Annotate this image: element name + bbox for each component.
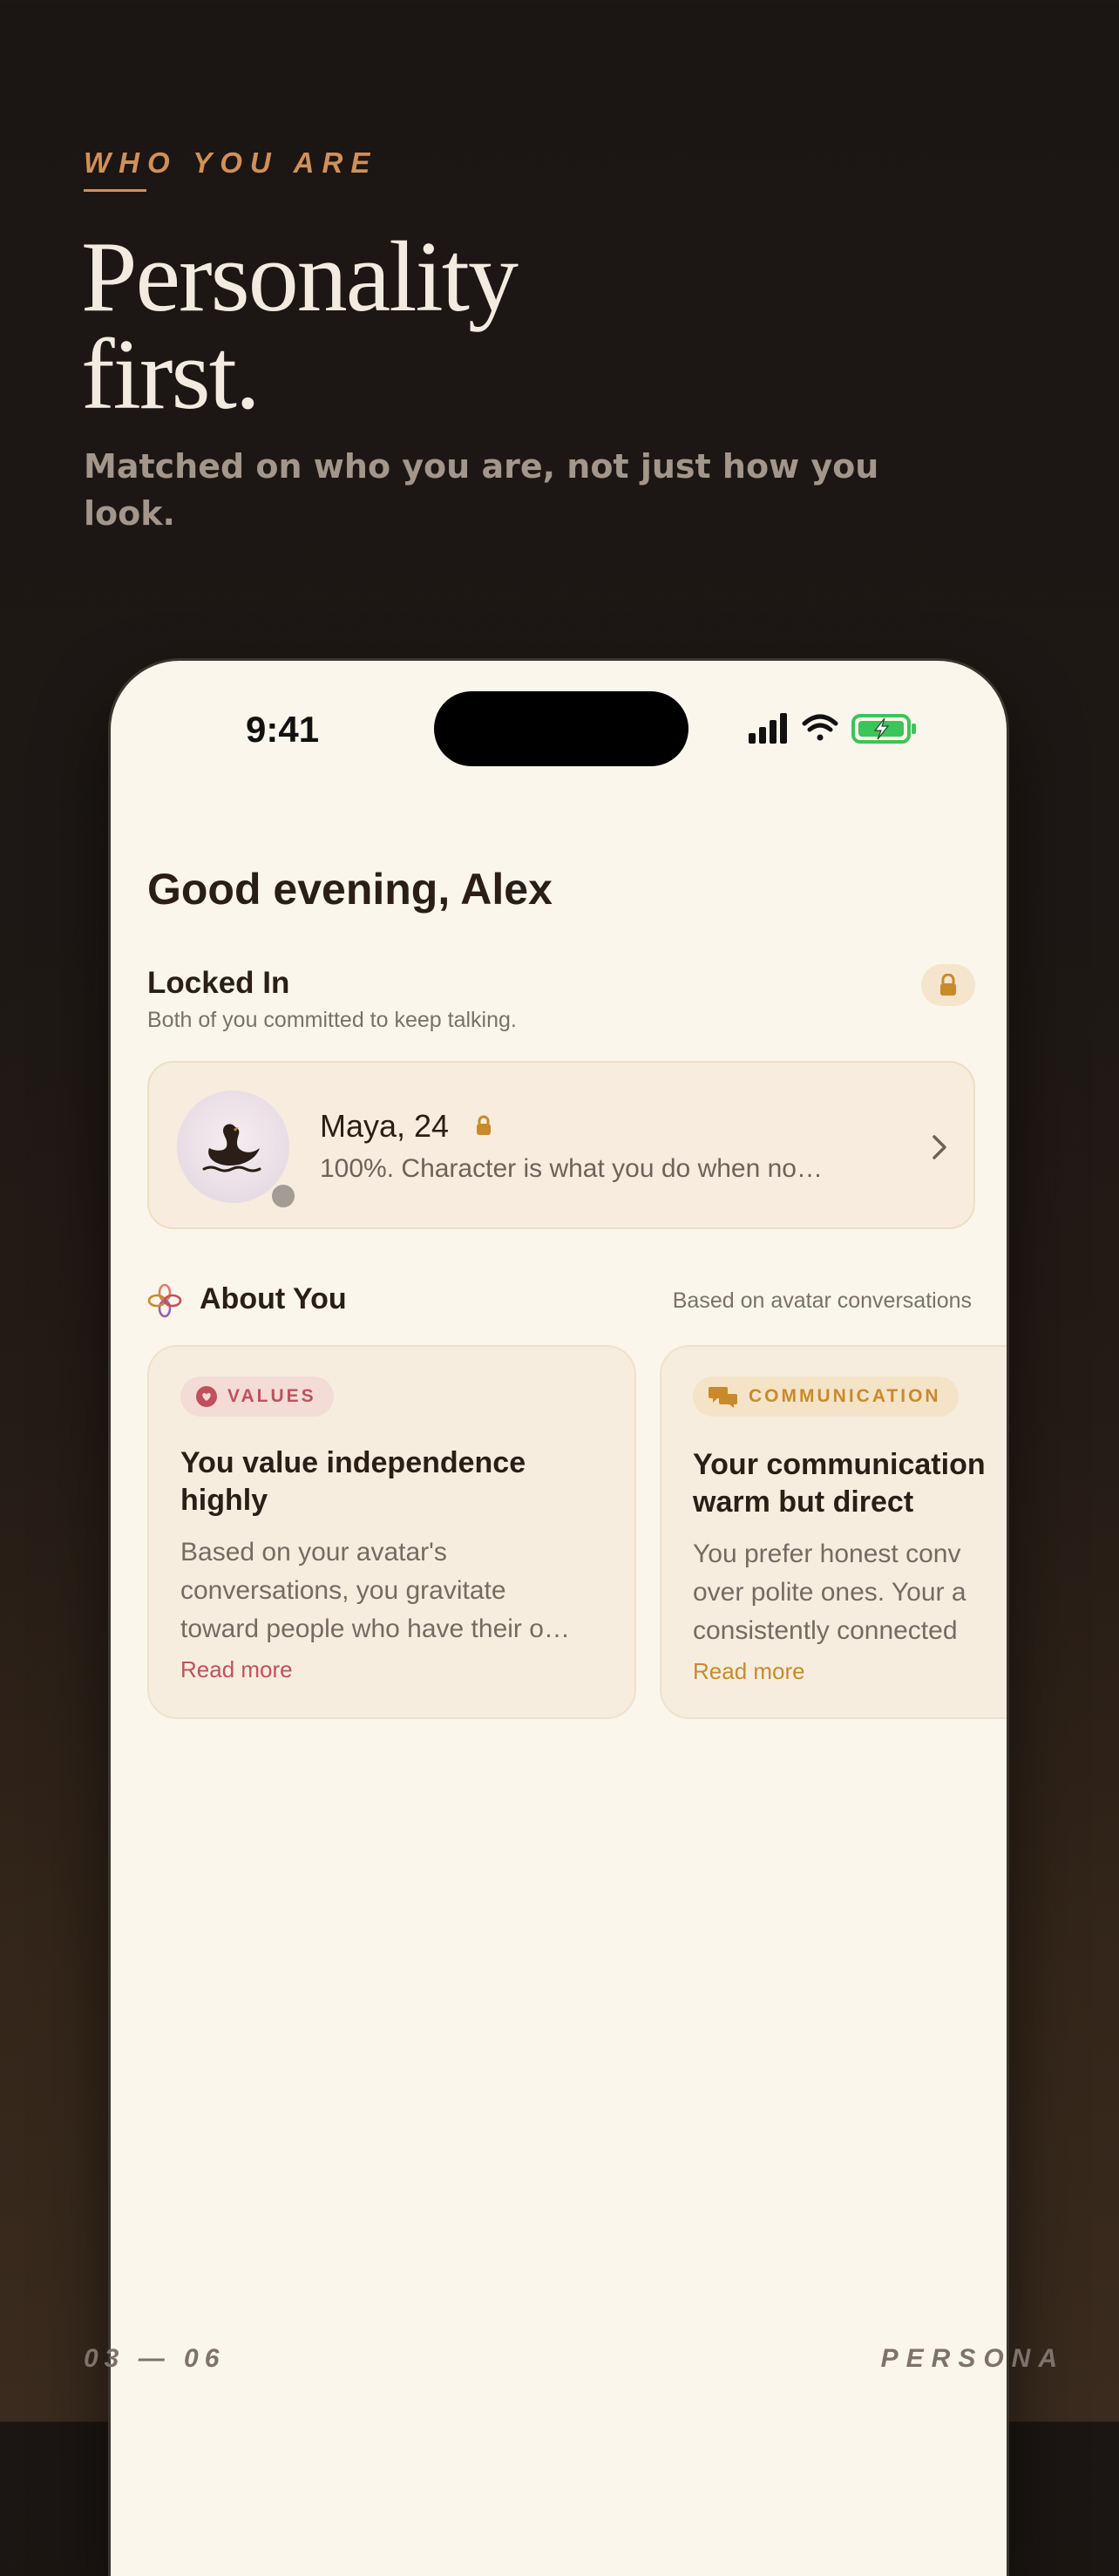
status-icons <box>749 713 916 744</box>
chip-values: VALUES <box>180 1376 334 1417</box>
chip-communication: COMMUNICATION <box>693 1376 959 1417</box>
eyebrow-underline <box>84 189 146 192</box>
match-card[interactable]: Maya, 24 100%. Character is what you do … <box>147 1061 975 1229</box>
read-more-link[interactable]: Read more <box>180 1656 293 1683</box>
status-time: 9:41 <box>246 709 320 750</box>
flower-icon <box>147 1283 182 1318</box>
dynamic-island <box>434 691 688 766</box>
wifi-icon <box>802 714 838 741</box>
insight-card-communication[interactable]: COMMUNICATION Your communication warm bu… <box>660 1345 1007 1719</box>
headline-text: Personality first. <box>81 221 519 431</box>
phone-frame: 9:41 Good evening, Alex Locked In Both o… <box>108 658 1009 2576</box>
card-title: Your communication warm but direct <box>693 1448 986 1519</box>
cellular-signal-icon <box>749 713 787 744</box>
lock-icon <box>940 974 956 996</box>
match-name: Maya, 24 <box>320 1108 450 1144</box>
locked-in-subtitle: Both of you committed to keep talking. <box>147 1008 517 1032</box>
locked-in-title: Locked In <box>147 966 290 1000</box>
page-indicator: 03 — 06 <box>84 2344 226 2373</box>
card-body: Based on your avatar's conversations, yo… <box>180 1538 570 1643</box>
subheadline: Matched on who you are, not just how you… <box>84 447 879 533</box>
headline: Personality first. <box>81 227 778 425</box>
read-more-link[interactable]: Read more <box>693 1658 805 1685</box>
lock-icon <box>477 1115 491 1135</box>
presence-dot <box>269 1182 297 1210</box>
card-body: You prefer honest conv over polite ones.… <box>693 1539 966 1645</box>
chip-label: COMMUNICATION <box>749 1386 941 1406</box>
brand-wordmark: PERSONA <box>880 2344 1065 2373</box>
eyebrow-label: WHO YOU ARE <box>84 146 378 179</box>
about-you-note: Based on avatar conversations <box>672 1288 972 1313</box>
card-title: You value independence highly <box>180 1446 526 1517</box>
locked-in-badge[interactable] <box>921 964 975 1006</box>
greeting: Good evening, Alex <box>147 865 553 914</box>
chevron-right-icon <box>932 1135 946 1159</box>
match-last-message: 100%. Character is what you do when no… <box>320 1154 823 1183</box>
swan-icon <box>202 1124 261 1172</box>
about-you-title: About You <box>200 1282 347 1315</box>
chip-label: VALUES <box>227 1386 316 1406</box>
battery-charging-icon <box>851 714 916 744</box>
insight-card-values[interactable]: VALUES You value independence highly Bas… <box>147 1345 636 1719</box>
heart-icon <box>196 1386 217 1407</box>
chat-bubbles-icon <box>709 1387 737 1408</box>
